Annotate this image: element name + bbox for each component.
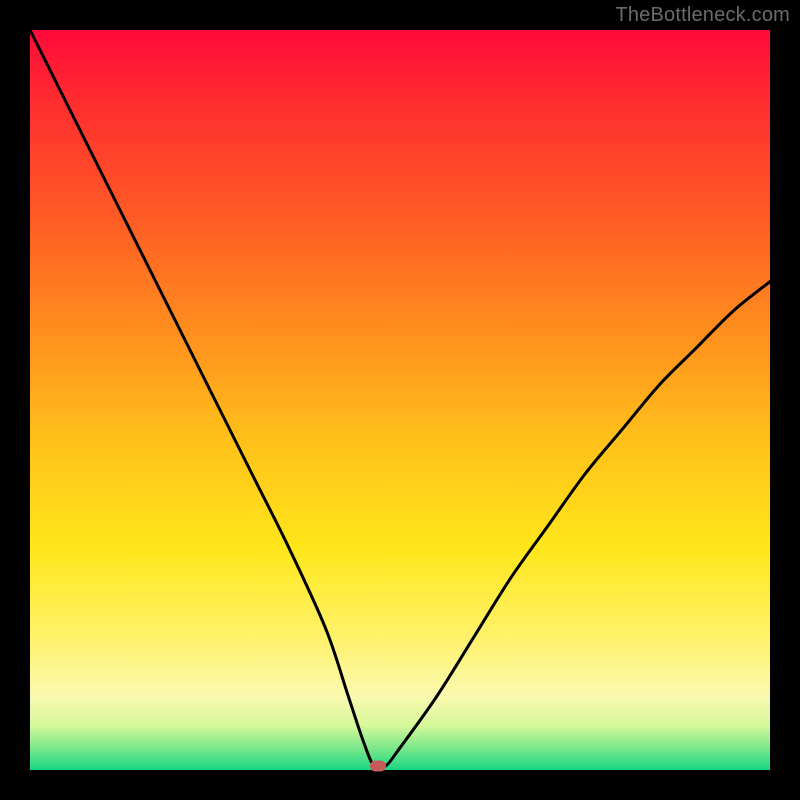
- bottleneck-curve: [30, 30, 770, 770]
- chart-plot-area: [30, 30, 770, 770]
- minimum-marker: [370, 761, 386, 772]
- chart-frame: TheBottleneck.com: [0, 0, 800, 800]
- watermark-text: TheBottleneck.com: [615, 4, 790, 27]
